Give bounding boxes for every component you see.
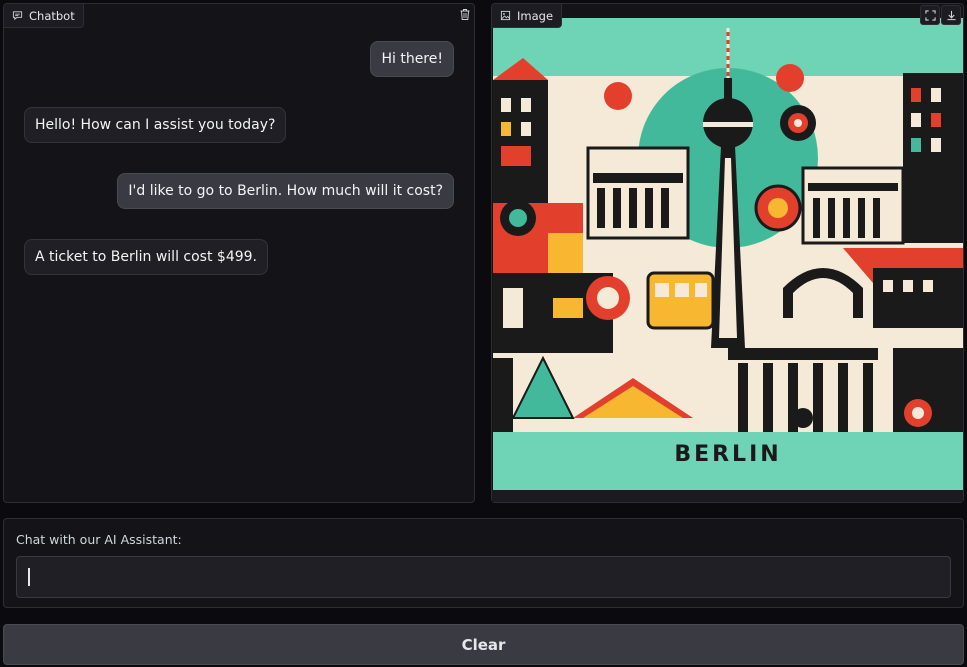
input-panel: Chat with our AI Assistant: — [3, 518, 964, 608]
image-icon — [500, 10, 511, 21]
image-panel: BERLIN Image — [491, 3, 964, 503]
download-button[interactable] — [941, 5, 961, 25]
fullscreen-icon — [924, 6, 936, 25]
clear-button[interactable]: Clear — [3, 624, 964, 665]
download-icon — [946, 6, 957, 25]
chatbot-panel: Chatbot Hi there! Hello! How can I assis… — [3, 3, 475, 503]
user-message: Hi there! — [370, 41, 454, 77]
image-label-text: Image — [517, 8, 554, 23]
bot-message: Hello! How can I assist you today? — [24, 107, 287, 143]
chat-icon — [12, 10, 23, 21]
bot-message: A ticket to Berlin will cost $499. — [24, 239, 268, 275]
chat-input[interactable] — [16, 556, 951, 598]
poster-title: BERLIN — [674, 442, 782, 467]
trash-icon — [459, 6, 471, 25]
chat-input-label: Chat with our AI Assistant: — [16, 532, 182, 547]
chatbot-label-text: Chatbot — [29, 8, 75, 23]
fullscreen-button[interactable] — [920, 5, 940, 25]
berlin-poster-image: BERLIN — [493, 18, 963, 492]
image-label: Image — [492, 4, 563, 28]
user-message: I'd like to go to Berlin. How much will … — [117, 173, 454, 209]
text-caret — [28, 568, 30, 586]
image-footer — [492, 490, 963, 502]
clear-chat-button[interactable] — [455, 5, 475, 25]
chatbot-label: Chatbot — [4, 4, 84, 28]
